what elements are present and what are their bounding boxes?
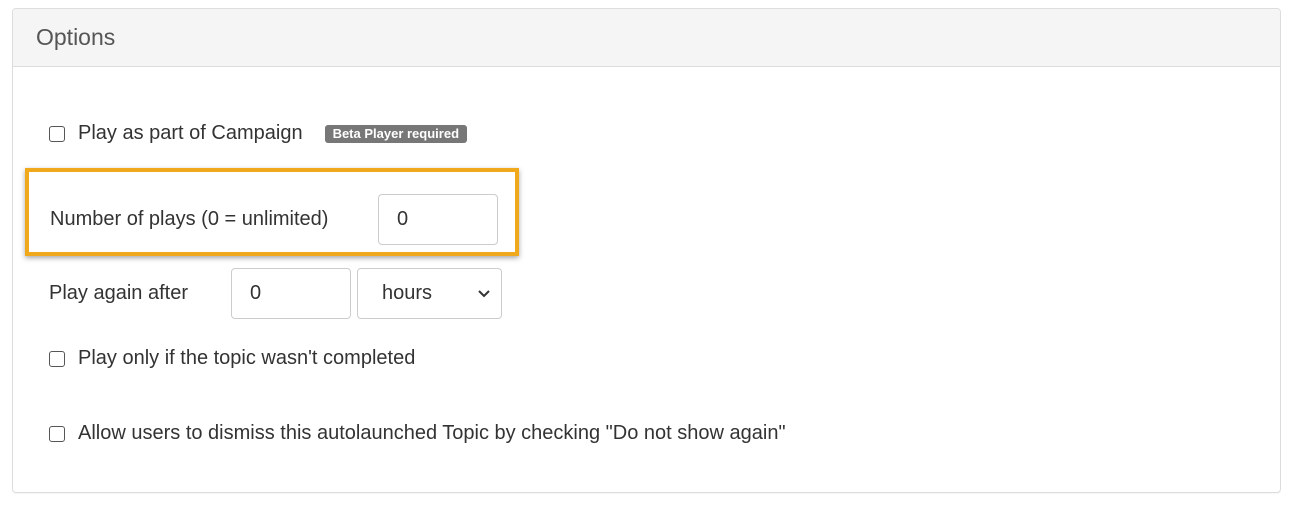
dismiss-label: Allow users to dismiss this autolaunched… (78, 422, 786, 444)
not-completed-option-row: Play only if the topic wasn't completed (49, 347, 415, 370)
number-of-plays-row: Number of plays (0 = unlimited) (50, 194, 498, 245)
play-again-label: Play again after (49, 282, 188, 304)
campaign-label: Play as part of Campaign (78, 122, 303, 144)
campaign-option-row: Play as part of Campaign Beta Player req… (49, 122, 468, 145)
chevron-down-icon (478, 289, 490, 297)
number-of-plays-highlight: Number of plays (0 = unlimited) (25, 168, 519, 256)
campaign-checkbox[interactable] (49, 125, 65, 142)
options-panel: Options Play as part of Campaign Beta Pl… (12, 8, 1281, 493)
not-completed-label: Play only if the topic wasn't completed (78, 347, 416, 369)
time-unit-selected-value: hours (382, 282, 433, 304)
dismiss-checkbox[interactable] (49, 425, 65, 442)
time-unit-select[interactable]: hours (357, 268, 502, 319)
panel-title: Options (36, 24, 116, 50)
not-completed-checkbox[interactable] (49, 350, 65, 367)
panel-heading: Options (13, 9, 1280, 67)
dismiss-option-row: Allow users to dismiss this autolaunched… (49, 422, 786, 445)
play-again-input[interactable] (231, 268, 351, 319)
beta-player-badge: Beta Player required (324, 124, 468, 143)
number-of-plays-input[interactable] (378, 194, 498, 245)
play-again-row: Play again after hours (49, 268, 502, 319)
number-of-plays-label: Number of plays (0 = unlimited) (50, 208, 329, 230)
